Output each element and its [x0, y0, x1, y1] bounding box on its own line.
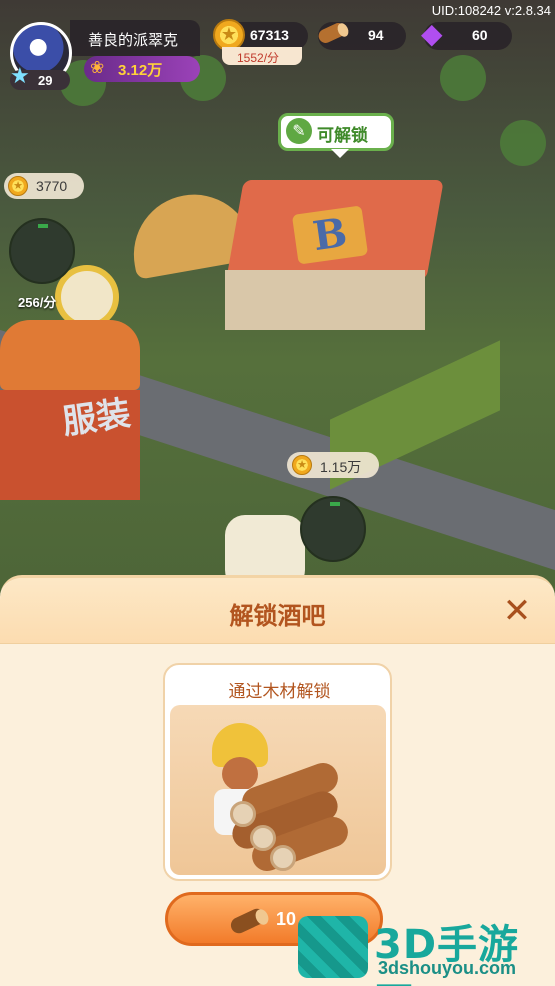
- key-icon: ✎: [286, 118, 312, 144]
- uid-version: UID:108242 v:2.8.34: [431, 3, 551, 18]
- bar-cost: 1.15万: [320, 459, 362, 475]
- watermark-logo: [298, 916, 368, 978]
- timer-progress: [330, 502, 340, 506]
- coin-icon: ★: [292, 455, 312, 475]
- fans-count: 3.12万: [118, 62, 163, 79]
- log-end: [250, 825, 276, 851]
- star-icon: ★: [10, 64, 30, 89]
- tree: [500, 120, 546, 166]
- close-icon[interactable]: ✕: [500, 594, 534, 628]
- coin-rate: 1552/分: [237, 51, 280, 65]
- paw-icon: ❀: [90, 58, 105, 78]
- log-end: [230, 801, 256, 827]
- tree: [440, 55, 486, 101]
- wood-unlock-card[interactable]: 通过木材解锁: [163, 663, 392, 881]
- wood-count: 94: [368, 27, 384, 43]
- player-profile[interactable]: ★ 29 善良的派翠克 ❀ 3.12万: [10, 18, 200, 90]
- player-name: 善良的派翠克: [88, 31, 179, 49]
- shop-roof: [0, 320, 140, 390]
- worker-with-logs-image: [170, 705, 386, 875]
- building-rate: 256/分: [18, 295, 57, 310]
- bar-building-locked[interactable]: B: [205, 180, 445, 330]
- worker-face: [222, 757, 258, 791]
- log-end: [270, 845, 296, 871]
- game-scene[interactable]: B 服装: [0, 0, 555, 600]
- gem-icon: ◆: [421, 17, 443, 50]
- wood-icon: [316, 20, 351, 46]
- clothes-shop[interactable]: 服装: [0, 265, 150, 510]
- coin-icon: ★: [8, 176, 28, 196]
- shop-sign: 服装: [60, 393, 133, 443]
- coin-count: 67313: [250, 27, 289, 43]
- timer-progress: [38, 224, 48, 228]
- building-cost: 3770: [36, 178, 68, 194]
- watermark-domain: 3dshouyou.com: [378, 958, 517, 978]
- watermark: 3D手游网 3dshouyou.com: [298, 906, 555, 986]
- wood-cost: 10: [276, 909, 297, 929]
- building-b-sign: B: [291, 205, 369, 265]
- player-level: 29: [38, 73, 53, 88]
- card-title: 通过木材解锁: [228, 682, 331, 702]
- building-body: [225, 270, 425, 330]
- wood-icon: [228, 906, 271, 936]
- unlock-label[interactable]: 可解锁: [317, 121, 368, 146]
- dialog-title: 解锁酒吧: [229, 602, 326, 630]
- gem-count: 60: [472, 27, 488, 43]
